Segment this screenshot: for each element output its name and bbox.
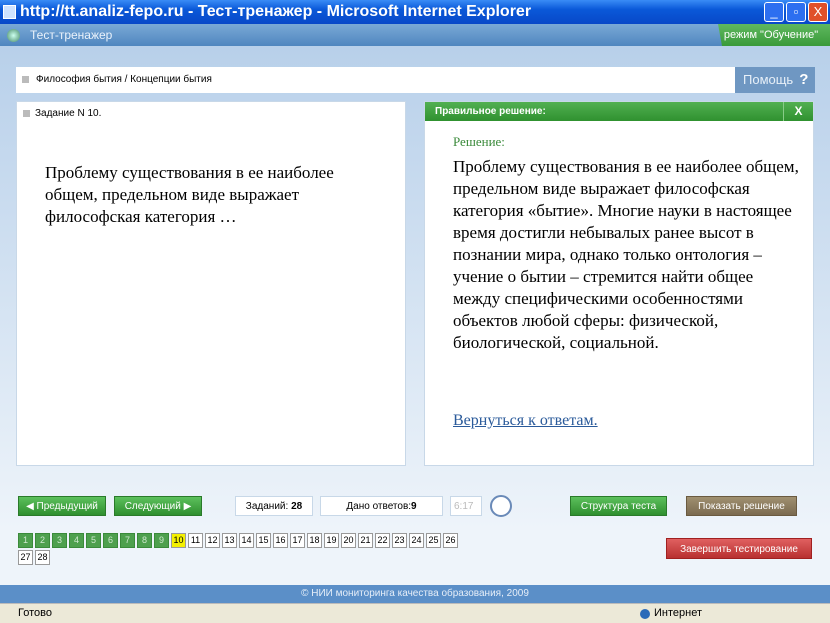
answers-label: Дано ответов: [346, 501, 412, 512]
window-title: http://tt.analiz-fepo.ru - Тест-тренажер… [0, 0, 830, 24]
status-text: Готово [18, 607, 52, 619]
page-19[interactable]: 19 [324, 533, 339, 548]
tasks-count: Заданий: 28 [235, 496, 313, 516]
question-icon: ? [799, 71, 809, 88]
tasks-label: Заданий: [245, 501, 289, 512]
close-solution-button[interactable]: X [783, 102, 813, 121]
next-button[interactable]: Следующий ▶ [114, 496, 202, 516]
help-label: Помощь [743, 72, 794, 87]
task-panel: Задание N 10. Проблему существования в е… [16, 101, 406, 466]
page-23[interactable]: 23 [392, 533, 407, 548]
page-1[interactable]: 1 [18, 533, 33, 548]
test-structure-button[interactable]: Структура теста [570, 496, 667, 516]
answers-count: Дано ответов:9 [320, 496, 443, 516]
page-5[interactable]: 5 [86, 533, 101, 548]
bullet-icon [23, 110, 30, 117]
page-17[interactable]: 17 [290, 533, 305, 548]
close-button[interactable]: X [808, 2, 828, 22]
zone-text: Интернет [654, 607, 702, 619]
page-6[interactable]: 6 [103, 533, 118, 548]
app-title: Тест-тренажер [0, 24, 830, 46]
pagination: 1 2 3 4 5 6 7 8 9 10 11 12 13 14 15 16 17 18 19 20 21 22 23 24 2… [18, 533, 468, 567]
tasks-value: 28 [291, 501, 303, 512]
page-2[interactable]: 2 [35, 533, 50, 548]
page-11[interactable]: 11 [188, 533, 203, 548]
app-logo-icon [7, 29, 20, 42]
page-9[interactable]: 9 [154, 533, 169, 548]
finish-test-button[interactable]: Завершить тестирование [666, 538, 812, 559]
page-26[interactable]: 26 [443, 533, 458, 548]
ie-icon [3, 5, 16, 19]
page-18[interactable]: 18 [307, 533, 322, 548]
page-25[interactable]: 25 [426, 533, 441, 548]
status-bar: Готово Интернет [0, 603, 830, 623]
show-solution-button[interactable]: Показать решение [686, 496, 797, 516]
clock-icon [490, 495, 512, 517]
solution-panel: Правильное решение: X Решение: Проблему с… [424, 101, 814, 466]
solution-label: Решение: [453, 134, 505, 149]
page-28[interactable]: 28 [35, 550, 50, 565]
page-22[interactable]: 22 [375, 533, 390, 548]
page-24[interactable]: 24 [409, 533, 424, 548]
page-13[interactable]: 13 [222, 533, 237, 548]
breadcrumb-text: Философия бытия / Концепции бытия [36, 74, 212, 85]
solution-header: Правильное решение: [435, 106, 546, 117]
footer: © НИИ мониторинга качества образования, … [0, 585, 830, 603]
mode-badge: режим "Обучение" [718, 24, 830, 46]
prev-button[interactable]: ◀ Предыдущий [18, 496, 106, 516]
page-14[interactable]: 14 [239, 533, 254, 548]
bullet-icon [22, 76, 29, 83]
page-12[interactable]: 12 [205, 533, 220, 548]
page-10[interactable]: 10 [171, 533, 186, 548]
page-21[interactable]: 21 [358, 533, 373, 548]
page-7[interactable]: 7 [120, 533, 135, 548]
page-16[interactable]: 16 [273, 533, 288, 548]
task-header: Задание N 10. [35, 108, 102, 119]
solution-text: Проблему существования в ее наиболее общ… [453, 157, 799, 352]
answers-value: 9 [411, 501, 417, 512]
page-4[interactable]: 4 [69, 533, 84, 548]
page-27[interactable]: 27 [18, 550, 33, 565]
page-8[interactable]: 8 [137, 533, 152, 548]
globe-icon [640, 609, 650, 619]
task-question: Проблему существования в ее наиболее общ… [45, 163, 334, 226]
timer: 6:17 [450, 496, 482, 516]
page-3[interactable]: 3 [52, 533, 67, 548]
breadcrumb: Философия бытия / Концепции бытия [16, 67, 735, 93]
help-button[interactable]: Помощь? [735, 67, 815, 93]
back-to-answers-link[interactable]: Вернуться к ответам. [453, 412, 598, 430]
page-15[interactable]: 15 [256, 533, 271, 548]
minimize-button[interactable]: _ [764, 2, 784, 22]
page-20[interactable]: 20 [341, 533, 356, 548]
maximize-button[interactable]: ▫ [786, 2, 806, 22]
